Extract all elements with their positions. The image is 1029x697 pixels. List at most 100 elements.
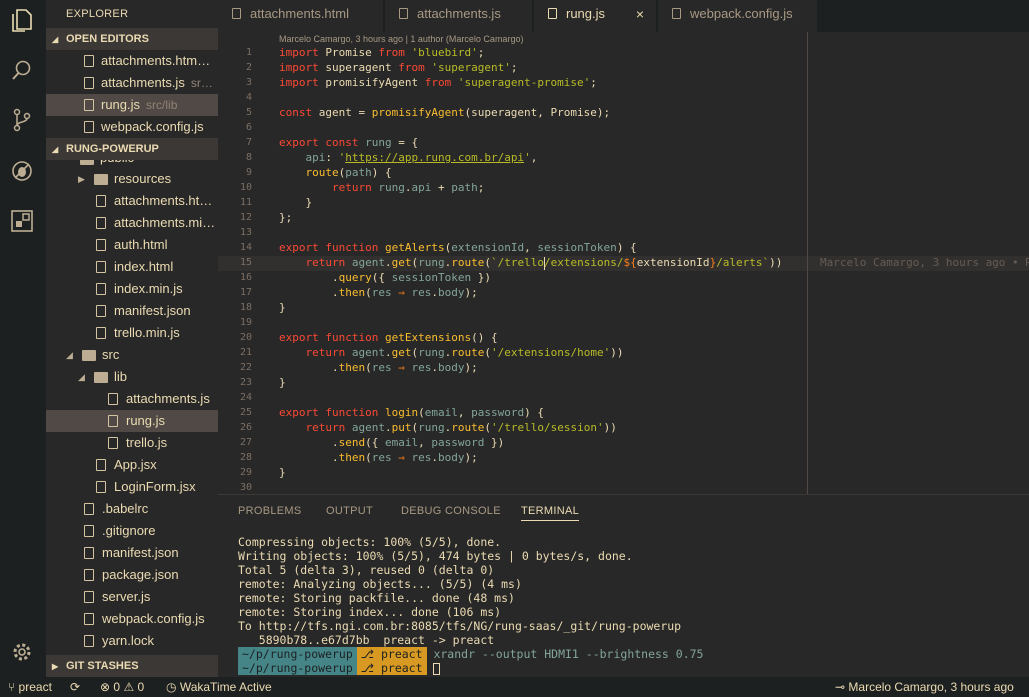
source-control-icon[interactable] (8, 106, 36, 134)
search-icon[interactable] (8, 56, 36, 84)
tree-item-file[interactable]: attachments.js (46, 388, 218, 410)
open-editor-item[interactable]: attachments.htm… (46, 50, 218, 72)
code-line: .then(res ⇒ res.body); (279, 451, 478, 464)
line-number: 22 (239, 362, 252, 373)
terminal-output[interactable]: Compressing objects: 100% (5/5), done. Wr… (238, 535, 703, 675)
settings-gear-icon[interactable] (8, 638, 36, 666)
file-icon (399, 8, 408, 19)
tree-item-file[interactable]: webpack.config.js (46, 608, 218, 630)
line-number: 28 (239, 452, 252, 463)
tab-problems[interactable]: PROBLEMS (238, 505, 302, 517)
tab-attachments-html[interactable]: attachments.html (218, 0, 384, 32)
codelens-blame[interactable]: Marcelo Camargo, 3 hours ago | 1 author … (279, 34, 523, 44)
code-line: return agent.get(rung.route('/extensions… (305, 346, 624, 359)
line-number: 21 (239, 347, 252, 358)
tree-item-folder[interactable]: ◢ lib (46, 366, 218, 388)
file-icon (108, 393, 118, 405)
line-number: 1 (245, 47, 252, 58)
debug-icon[interactable] (8, 157, 36, 185)
line-number: 26 (239, 422, 252, 433)
tree-item-file[interactable]: manifest.json (46, 300, 218, 322)
line-number: 14 (239, 242, 252, 253)
prompt-path: ~/p/rung-powerup (238, 647, 357, 661)
clock-icon: ◷ (166, 680, 177, 694)
chevron-right-icon: ▶ (78, 174, 85, 184)
git-stashes-header[interactable]: ▶ GIT STASHES (46, 655, 218, 677)
tree-item-file[interactable]: manifest.json (46, 542, 218, 564)
extensions-icon[interactable] (8, 207, 36, 235)
line-number: 20 (239, 332, 252, 343)
open-editor-item[interactable]: attachments.js sr… (46, 72, 218, 94)
editor-tabs: attachments.html attachments.js rung.js ×… (218, 0, 1029, 32)
file-icon (96, 283, 106, 295)
tree-item-file[interactable]: index.min.js (46, 278, 218, 300)
terminal-line: remote: Analyzing objects... (5/5) (4 ms… (238, 577, 522, 591)
tree-item-file[interactable]: .babelrc (46, 498, 218, 520)
code-line: .then(res ⇒ res.body); (279, 361, 478, 374)
code-line: export const rung = { (279, 136, 419, 149)
line-number: 30 (239, 482, 252, 493)
tree-item-folder[interactable]: ◢ src (46, 344, 218, 366)
chevron-down-icon: ◢ (52, 35, 59, 44)
branch-status[interactable]: ⑂ preact (8, 677, 52, 697)
terminal-prompt: ~/p/rung-powerup ⎇ preact (238, 661, 703, 675)
status-bar: ⑂ preact ⟳ ⊗ 0 ⚠ 0 ◷ WakaTime Active ⊸ M… (0, 677, 1029, 697)
file-icon (108, 415, 118, 427)
sync-icon[interactable]: ⟳ (70, 677, 80, 697)
tab-webpack-config[interactable]: webpack.config.js (658, 0, 818, 32)
wakatime-status[interactable]: ◷ WakaTime Active (166, 677, 272, 697)
file-icon (84, 591, 94, 603)
code-line: import Promise from 'bluebird'; (279, 46, 485, 59)
commit-icon: ⊸ (835, 680, 846, 694)
tree-item-file[interactable]: .gitignore (46, 520, 218, 542)
code-line: .send({ email, password }) (279, 436, 505, 449)
error-icon: ⊗ (100, 680, 111, 694)
terminal-line: 5890b78..e67d7bb preact -> preact (238, 633, 495, 647)
code-line: export function getAlerts(extensionId, s… (279, 241, 637, 254)
line-number: 19 (239, 317, 252, 328)
open-editor-item-active[interactable]: rung.js src/lib (46, 94, 218, 116)
chevron-down-icon: ◢ (66, 350, 73, 360)
code-line: return agent.put(rung.route('/trello/ses… (305, 421, 617, 434)
open-editors-header[interactable]: ◢ OPEN EDITORS (46, 28, 218, 50)
code-editor[interactable]: Marcelo Camargo, 3 hours ago | 1 author … (218, 32, 1029, 494)
tree-item-file[interactable]: package.json (46, 564, 218, 586)
tree-item-file[interactable]: attachments.mi… (46, 212, 218, 234)
explorer-title: EXPLORER (66, 8, 129, 20)
code-line: import superagent from 'superagent'; (279, 61, 518, 74)
tab-terminal[interactable]: TERMINAL (521, 505, 580, 521)
code-line: } (279, 301, 286, 314)
activity-bar (0, 0, 46, 677)
close-icon[interactable]: × (636, 0, 644, 28)
code-line: }; (279, 211, 293, 224)
explorer-icon[interactable] (8, 6, 36, 34)
tab-debug-console[interactable]: DEBUG CONSOLE (401, 505, 501, 517)
tree-item-file[interactable]: LoginForm.jsx (46, 476, 218, 498)
tree-item-file[interactable]: attachments.ht… (46, 190, 218, 212)
tree-item-file-active[interactable]: rung.js (46, 410, 218, 432)
tree-item-file[interactable]: auth.html (46, 234, 218, 256)
file-icon (84, 99, 94, 111)
tree-item-file[interactable]: App.jsx (46, 454, 218, 476)
tree-item-file[interactable]: yarn.lock (46, 630, 218, 652)
line-number: 9 (245, 167, 252, 178)
tab-rung-js[interactable]: rung.js × (534, 0, 657, 32)
line-number: 6 (245, 122, 252, 133)
open-editor-item[interactable]: webpack.config.js (46, 116, 218, 138)
file-icon (672, 8, 681, 19)
tab-output[interactable]: OUTPUT (326, 505, 373, 517)
tree-item-folder[interactable]: public (46, 160, 218, 168)
prompt-path: ~/p/rung-powerup (238, 661, 357, 675)
blame-status[interactable]: ⊸ Marcelo Camargo, 3 hours ago (835, 677, 1014, 697)
tree-item-file[interactable]: index.html (46, 256, 218, 278)
tree-item-file[interactable]: trello.min.js (46, 322, 218, 344)
tree-item-file[interactable]: trello.js (46, 432, 218, 454)
tab-attachments-js[interactable]: attachments.js (385, 0, 533, 32)
project-header[interactable]: ◢ RUNG-POWERUP (46, 138, 218, 160)
problems-status[interactable]: ⊗ 0 ⚠ 0 (100, 677, 144, 697)
line-number: 12 (239, 212, 252, 223)
line-number: 18 (239, 302, 252, 313)
tree-item-file[interactable]: server.js (46, 586, 218, 608)
tree-item-folder[interactable]: ▶ resources (46, 168, 218, 190)
line-number: 23 (239, 377, 252, 388)
